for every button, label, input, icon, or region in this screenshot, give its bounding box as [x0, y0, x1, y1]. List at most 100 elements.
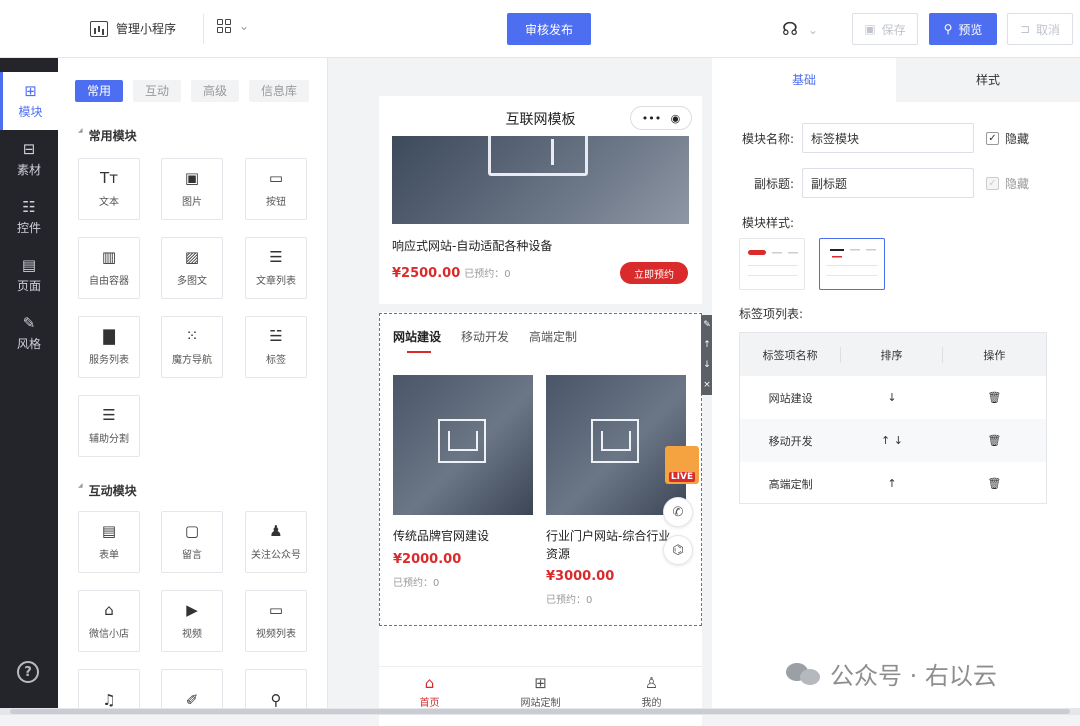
app-switcher[interactable]: 管理小程序 — [90, 20, 176, 37]
gallery-icon: ▨ — [184, 248, 200, 266]
module-tabs[interactable]: ☱ 标签 — [245, 316, 307, 378]
dots-grid-icon: ⁙ — [185, 327, 199, 345]
product-price: ¥2500.00 已预约：0 — [392, 266, 511, 281]
properties-panel: 基础 样式 模块名称: ✓隐藏 副标题: ✓隐藏 模块样式: 标签项列表: 标签… — [712, 58, 1080, 715]
card-title: 传统品牌官网建设 — [393, 529, 490, 543]
tabbar-site-custom[interactable]: ⊞ 网站定制 — [521, 675, 561, 709]
more-icon[interactable]: ••• — [642, 112, 661, 125]
wechat-icon[interactable]: ⌬ — [663, 535, 693, 565]
module-divider[interactable]: ☰ 辅助分割 — [78, 395, 140, 457]
trash-icon[interactable]: 🗑 — [943, 477, 1046, 490]
tab-style[interactable]: 样式 — [896, 58, 1080, 102]
publish-button[interactable]: 审核发布 — [507, 13, 591, 45]
tabbar-mine[interactable]: ♙ 我的 — [642, 675, 662, 709]
tab-advanced[interactable]: 高级 — [191, 80, 240, 102]
tab-website-build[interactable]: 网站建设 — [393, 328, 441, 353]
save-button[interactable]: ▣ 保存 — [852, 13, 918, 45]
help-icon[interactable]: ? — [17, 661, 39, 683]
live-badge[interactable]: LIVE — [665, 446, 699, 484]
cancel-button[interactable]: ⊐ 取消 — [1007, 13, 1073, 45]
table-row: 网站建设 ↓ 🗑 — [740, 376, 1046, 419]
message-icon: ▢ — [184, 522, 200, 540]
close-circle-icon[interactable]: ◉ — [671, 112, 681, 125]
user-icon: ♙ — [644, 673, 659, 692]
module-name-input[interactable] — [802, 123, 974, 153]
list-icon: ☰ — [269, 248, 283, 266]
tab-info-library[interactable]: 信息库 — [249, 80, 310, 102]
module-multi-image-text[interactable]: ▨ 多图文 — [161, 237, 223, 299]
app-name: 管理小程序 — [116, 22, 177, 36]
tab-mobile-dev[interactable]: 移动开发 — [461, 328, 509, 345]
book-now-button[interactable]: 立即预约 — [620, 262, 688, 284]
module-video-list[interactable]: ▭ 视频列表 — [245, 590, 307, 652]
tabbar-home[interactable]: ⌂ 首页 — [420, 675, 440, 709]
trash-icon[interactable]: 🗑 — [943, 391, 1046, 404]
close-icon: × — [703, 380, 711, 390]
mini-program-capsule[interactable]: ••• ◉ — [630, 106, 692, 130]
apps-menu[interactable]: ⌄ — [217, 19, 249, 33]
hide-module-checkbox[interactable]: ✓ 隐藏 — [986, 130, 1029, 147]
text-icon: Tт — [100, 169, 118, 187]
divider — [203, 14, 204, 44]
table-header: 标签项名称 排序 操作 — [740, 333, 1046, 376]
sliders-icon: ☷ — [22, 197, 36, 216]
sort-arrows[interactable]: ↓ — [841, 391, 942, 404]
wand-icon: ✎ — [22, 313, 36, 332]
card-title: 行业门户网站-综合行业 — [546, 529, 671, 543]
sort-arrows[interactable]: ↑ — [841, 477, 942, 490]
card-price: ¥2000.00 — [393, 552, 462, 567]
check-icon: ✓ — [986, 132, 999, 145]
style-option-1[interactable] — [739, 238, 805, 290]
hide-subtitle-checkbox[interactable]: ✓ 隐藏 — [986, 175, 1029, 192]
tab-strip: 网站建设 移动开发 高端定制 — [393, 328, 577, 353]
section-title-common: 常用模块 — [78, 127, 137, 144]
save-icon: ▣ — [864, 22, 876, 36]
nav-item-pages[interactable]: ▤ 页面 — [0, 246, 58, 304]
tab-interact[interactable]: 互动 — [133, 80, 182, 102]
nav-item-controls[interactable]: ☷ 控件 — [0, 188, 58, 246]
user-plus-icon: ♟ — [269, 522, 283, 540]
chevron-down-icon: ⌄ — [808, 22, 819, 37]
module-free-container[interactable]: ▥ 自由容器 — [78, 237, 140, 299]
tab-premium-custom[interactable]: 高端定制 — [529, 328, 577, 345]
product-image — [392, 136, 689, 224]
preview-button[interactable]: ⚲ 预览 — [929, 13, 997, 45]
module-button[interactable]: ▭ 按钮 — [245, 158, 307, 220]
module-service-list[interactable]: ▇ 服务列表 — [78, 316, 140, 378]
module-video[interactable]: ▶ 视频 — [161, 590, 223, 652]
support-menu[interactable]: ☊ ⌄ — [782, 19, 818, 40]
subtitle-input[interactable] — [802, 168, 974, 198]
wechat-logo-icon — [786, 659, 822, 689]
module-wechat-shop[interactable]: ⌂ 微信小店 — [78, 590, 140, 652]
nav-item-material[interactable]: ⊟ 素材 — [0, 130, 58, 188]
tab-common[interactable]: 常用 — [75, 80, 124, 102]
video-list-icon: ▭ — [268, 601, 284, 619]
tab-basic[interactable]: 基础 — [712, 58, 896, 102]
card-booked: 已预约：0 — [393, 578, 440, 589]
trash-icon[interactable]: 🗑 — [943, 434, 1046, 447]
module-palette: 常用 互动 高级 信息库 常用模块 Tт文本 ▣图片 ▭按钮 ▥自由容器 ▨多图… — [58, 58, 328, 715]
module-article-list[interactable]: ☰ 文章列表 — [245, 237, 307, 299]
horizontal-scrollbar[interactable] — [0, 708, 1080, 715]
undo-icon: ⊐ — [1019, 22, 1031, 36]
material-icon: ⊟ — [22, 139, 36, 158]
service-icon: ▇ — [103, 327, 115, 345]
sort-arrows[interactable]: ↑ ↓ — [841, 434, 942, 447]
scroll-thumb[interactable] — [10, 709, 1070, 714]
tag-list-label: 标签项列表: — [739, 307, 804, 321]
module-message[interactable]: ▢ 留言 — [161, 511, 223, 573]
module-follow-account[interactable]: ♟ 关注公众号 — [245, 511, 307, 573]
headset-icon: ☊ — [782, 19, 798, 40]
module-form[interactable]: ▤ 表单 — [78, 511, 140, 573]
down-icon: ↓ — [703, 360, 711, 370]
plus-square-icon: ⊞ — [24, 81, 37, 100]
module-image[interactable]: ▣ 图片 — [161, 158, 223, 220]
nav-item-style[interactable]: ✎ 风格 — [0, 304, 58, 362]
module-text[interactable]: Tт 文本 — [78, 158, 140, 220]
module-cube-nav[interactable]: ⁙ 魔方导航 — [161, 316, 223, 378]
nav-item-modules[interactable]: ⊞ 模块 — [0, 72, 58, 130]
home-icon: ⌂ — [424, 673, 435, 692]
style-option-2[interactable] — [819, 238, 885, 290]
selected-tab-module[interactable]: 网站建设 移动开发 高端定制 传统品牌官网建设 ¥2000.00 已预约：0 行… — [379, 313, 702, 626]
phone-call-icon[interactable]: ✆ — [663, 497, 693, 527]
